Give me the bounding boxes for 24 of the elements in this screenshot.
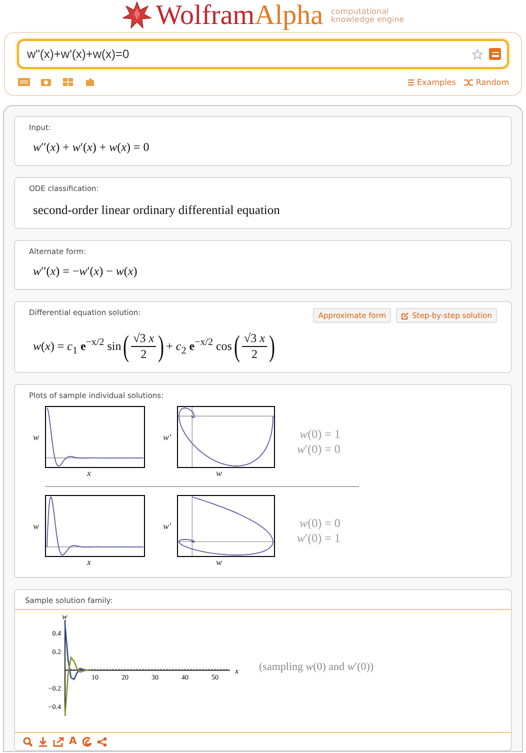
axis-label: w	[216, 468, 222, 478]
axis-label: w′	[163, 521, 171, 531]
axis-label: w	[62, 612, 68, 621]
axis-label: x	[87, 557, 91, 567]
examples-link[interactable]: Examples	[408, 78, 456, 86]
logo-tagline: computational knowledge engine	[331, 8, 404, 24]
axis-label: w	[216, 557, 222, 567]
axis-label: x	[235, 666, 239, 676]
formula: w′′(x) = −w′(x) − w(x)	[33, 264, 138, 279]
axis-label: w	[33, 521, 40, 531]
initial-condition: w′(0) = 1	[297, 531, 340, 546]
axis-label: x	[87, 468, 91, 478]
formula: w′′(x) + w′(x) + w(x) = 0	[33, 140, 150, 155]
axis-label: w′	[163, 432, 171, 442]
initial-condition: w′(0) = 0	[297, 442, 340, 457]
text-button[interactable]: A	[69, 736, 77, 747]
initial-condition: w(0) = 1	[300, 427, 340, 442]
initial-condition: w(0) = 0	[300, 516, 340, 531]
classification-text: second-order linear ordinary differential equation	[33, 203, 281, 218]
logo-wordmark: WolframAlpha	[156, 0, 324, 32]
search-field[interactable]: w"(x)+w'(x)+w(x)=0	[17, 39, 509, 69]
axis-label: w	[33, 432, 40, 442]
chart-caption: (sampling w(0) and w′(0))	[259, 661, 374, 673]
random-link[interactable]: Random	[464, 78, 509, 86]
